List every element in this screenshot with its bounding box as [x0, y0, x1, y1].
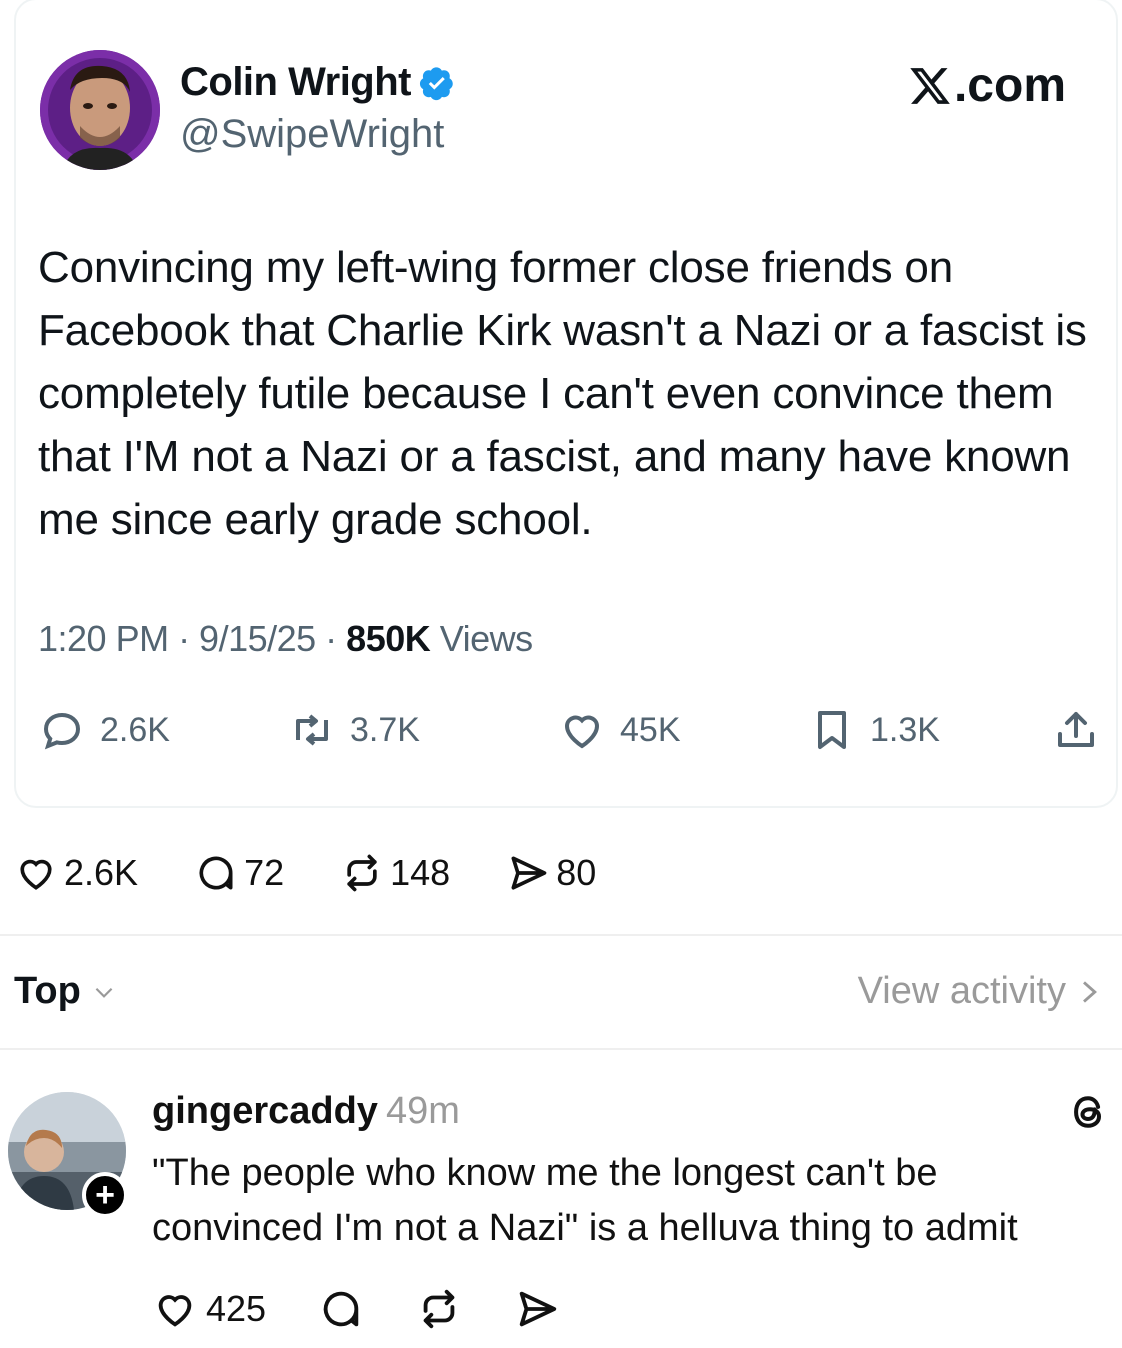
reply-repost-button[interactable]	[416, 1286, 462, 1332]
embedded-tweet-card[interactable]: Colin Wright @SwipeWright .com Convincin…	[14, 0, 1118, 808]
views-count: 850K	[346, 618, 431, 659]
verified-badge-icon	[419, 66, 453, 100]
view-activity-label: View activity	[857, 970, 1066, 1012]
bookmark-count: 1.3K	[870, 710, 940, 749]
x-com-brand: .com	[907, 58, 1066, 113]
reply-username[interactable]: gingercaddy	[152, 1090, 378, 1132]
follow-button[interactable]: +	[82, 1172, 128, 1218]
reply-like-button[interactable]: 425	[152, 1286, 266, 1332]
chevron-right-icon	[1083, 980, 1097, 1003]
threads-logo-icon	[1074, 1096, 1102, 1128]
tweet-timestamp[interactable]: 1:20 PM · 9/15/25 ·	[38, 618, 346, 659]
share-button[interactable]	[1052, 700, 1100, 760]
comment-icon	[323, 1291, 359, 1327]
heart-icon	[158, 1295, 192, 1327]
author-name[interactable]: Colin Wright	[180, 60, 455, 105]
send-icon	[519, 1291, 557, 1327]
views-label: Views	[430, 618, 533, 659]
view-activity-link[interactable]: View activity	[858, 970, 1102, 1013]
post-comment-button[interactable]: 72	[194, 851, 284, 895]
repost-icon	[296, 714, 328, 746]
repost-icon	[423, 1289, 455, 1329]
tweet-text: Convincing my left-wing former close fri…	[38, 243, 1087, 544]
divider	[0, 1048, 1122, 1050]
author-handle[interactable]: @SwipeWright	[180, 112, 444, 157]
reply-button[interactable]: 2.6K	[38, 700, 170, 760]
chevron-down-icon	[95, 987, 113, 998]
heart-icon	[20, 859, 52, 890]
reply-like-count: 425	[206, 1288, 267, 1329]
author-avatar[interactable]	[40, 50, 160, 170]
tweet-actions: 2.6K 3.7K 45K 1.3K	[38, 700, 1100, 760]
sort-label: Top	[14, 970, 81, 1012]
x-com-text: .com	[953, 59, 1066, 112]
heart-icon	[564, 715, 600, 749]
post-repost-button[interactable]: 148	[340, 851, 450, 895]
post-like-button[interactable]: 2.6K	[14, 851, 138, 895]
tweet-meta: 1:20 PM · 9/15/25 · 850K Views	[38, 618, 533, 660]
bookmark-icon	[818, 711, 846, 749]
post-send-count: 80	[556, 852, 597, 893]
reply-actions: 425	[152, 1284, 612, 1334]
like-button[interactable]: 45K	[558, 700, 681, 760]
reply-send-button[interactable]	[514, 1286, 560, 1332]
post-engagement-row: 2.6K 72 148 80	[14, 848, 652, 898]
comment-icon	[199, 856, 233, 890]
repost-count: 3.7K	[350, 710, 420, 749]
reply-header: gingercaddy 49m	[152, 1090, 460, 1133]
reply-time: 49m	[385, 1090, 460, 1132]
x-logo-icon	[910, 67, 950, 104]
post-send-button[interactable]: 80	[506, 851, 596, 895]
post-comment-count: 72	[244, 852, 285, 893]
repost-icon	[347, 854, 377, 892]
reply-text: "The people who know me the longest can'…	[152, 1152, 1018, 1249]
divider	[0, 934, 1122, 936]
bookmark-button[interactable]: 1.3K	[808, 700, 940, 760]
share-icon	[1058, 712, 1094, 747]
post-like-count: 2.6K	[64, 852, 139, 893]
reply-icon	[43, 712, 81, 750]
send-icon	[511, 856, 547, 890]
like-count: 45K	[620, 710, 681, 749]
author-name-text[interactable]: Colin Wright	[180, 60, 412, 105]
repost-button[interactable]: 3.7K	[288, 700, 420, 760]
reply-comment-button[interactable]	[318, 1286, 364, 1332]
reply-count: 2.6K	[100, 710, 170, 749]
sort-dropdown[interactable]: Top	[14, 970, 117, 1013]
post-repost-count: 148	[390, 852, 451, 893]
